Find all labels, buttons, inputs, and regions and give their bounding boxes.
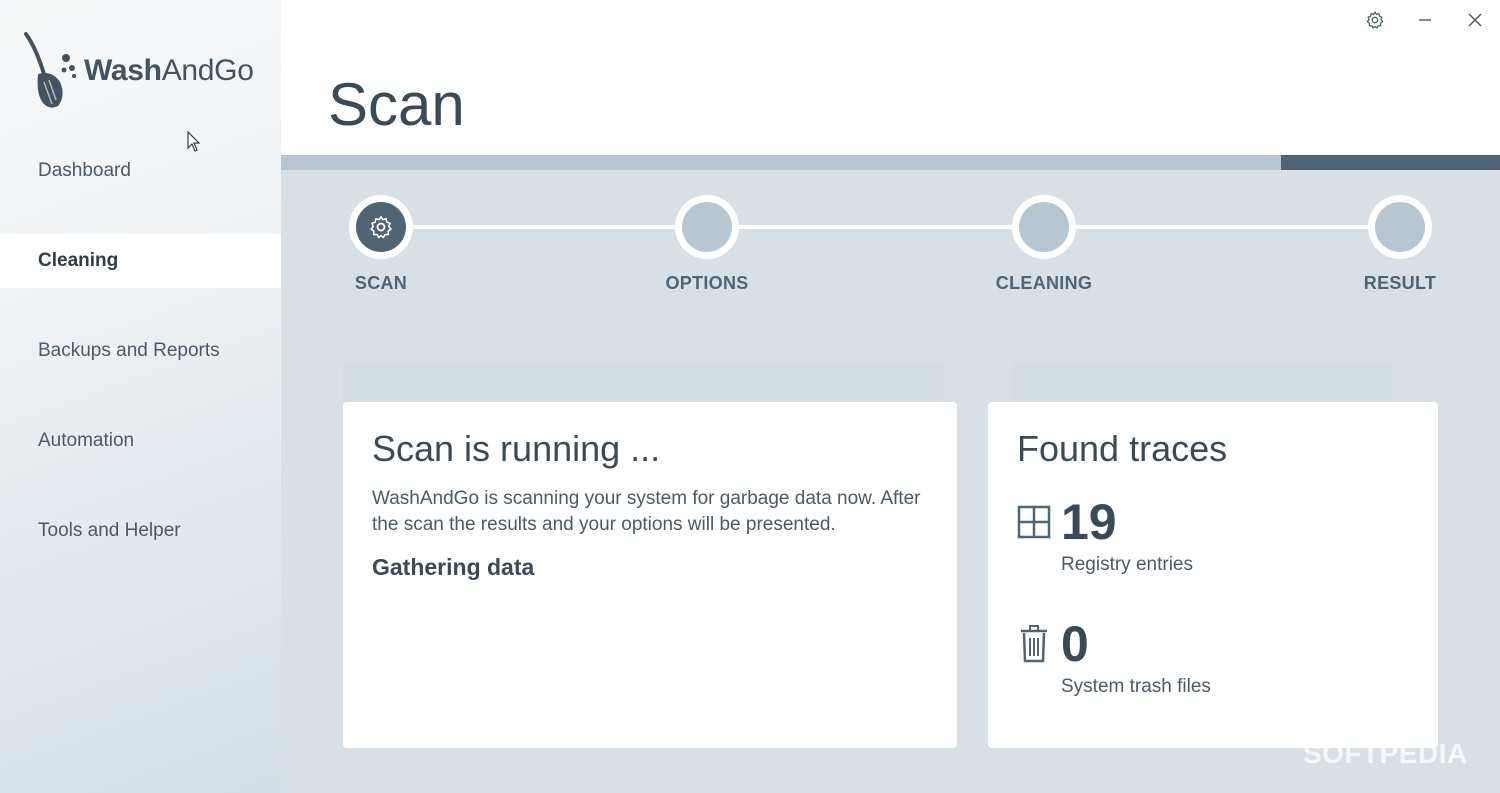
- card-backdrop: [1012, 362, 1392, 402]
- scan-status-text: Gathering data: [372, 554, 535, 580]
- progress-track: [281, 155, 1500, 170]
- step-connector-line: [381, 225, 1401, 229]
- trace-label: System trash files: [1061, 676, 1211, 697]
- minimize-icon: [1419, 19, 1431, 21]
- step-result: RESULT: [1340, 195, 1460, 294]
- sidebar-item-label: Tools and Helper: [38, 520, 181, 541]
- step-circle: [1012, 195, 1076, 259]
- app-name: WashAndGo: [84, 54, 254, 87]
- gear-icon: [370, 215, 392, 239]
- sidebar-item-label: Backups and Reports: [38, 340, 220, 361]
- found-traces-card: Found traces 19 Registry entries 0 Syste…: [988, 402, 1438, 748]
- traces-card-title: Found traces: [1017, 428, 1228, 469]
- page-title: Scan: [328, 71, 465, 138]
- minimize-button[interactable]: [1413, 8, 1437, 32]
- trace-label: Registry entries: [1061, 554, 1193, 575]
- step-circle: [349, 195, 413, 259]
- step-label: CLEANING: [995, 273, 1093, 293]
- sidebar-item-automation[interactable]: Automation: [0, 396, 281, 486]
- scan-description: WashAndGo is scanning your system for ga…: [372, 488, 921, 535]
- step-indicator: SCAN OPTIONS CLEANING RESULT: [281, 170, 1500, 310]
- sidebar-item-backups-and-reports[interactable]: Backups and Reports: [0, 306, 281, 396]
- close-icon: [1468, 13, 1482, 27]
- close-button[interactable]: [1463, 8, 1487, 32]
- sidebar-nav: Dashboard Cleaning Backups and Reports A…: [0, 126, 281, 576]
- trace-count: 0: [1061, 616, 1089, 672]
- trace-item-registry: 19 Registry entries: [1017, 494, 1193, 576]
- registry-grid-icon: [1017, 505, 1051, 539]
- sidebar-item-label: Cleaning: [38, 250, 119, 271]
- watermark: SOFTPEDIA: [1303, 738, 1468, 769]
- sidebar-item-label: Automation: [38, 430, 135, 451]
- step-scan: SCAN: [321, 195, 441, 294]
- step-label: RESULT: [1363, 273, 1437, 293]
- gear-icon: [1366, 11, 1384, 29]
- scan-status-card: Scan is running ... WashAndGo is scannin…: [343, 402, 957, 748]
- step-circle: [1368, 195, 1432, 259]
- step-options: OPTIONS: [647, 195, 767, 294]
- step-dot: [682, 202, 732, 252]
- step-label: SCAN: [354, 273, 408, 293]
- sidebar-item-cleaning[interactable]: Cleaning: [0, 234, 281, 288]
- step-dot: [356, 202, 406, 252]
- step-label: OPTIONS: [665, 273, 749, 293]
- scan-card-title: Scan is running ...: [372, 428, 661, 469]
- step-circle: [675, 195, 739, 259]
- step-dot: [1019, 202, 1069, 252]
- sidebar: WashAndGo Dashboard Cleaning Backups and…: [0, 0, 281, 793]
- sidebar-item-label: Dashboard: [38, 160, 131, 181]
- trace-count: 19: [1061, 494, 1117, 550]
- mouse-cursor-icon: [187, 131, 201, 152]
- step-cleaning: CLEANING: [984, 195, 1104, 294]
- trace-item-trash: 0 System trash files: [1017, 616, 1211, 698]
- app-logo: WashAndGo: [22, 30, 262, 112]
- progress-fill: [1281, 155, 1500, 170]
- sidebar-item-tools-and-helper[interactable]: Tools and Helper: [0, 486, 281, 576]
- settings-button[interactable]: [1363, 8, 1387, 32]
- step-dot: [1375, 202, 1425, 252]
- sidebar-item-dashboard[interactable]: Dashboard: [0, 126, 281, 216]
- trash-icon: [1021, 625, 1047, 663]
- header: Scan: [281, 0, 1500, 155]
- card-backdrop: [343, 362, 943, 402]
- broom-logo-icon: [24, 32, 76, 108]
